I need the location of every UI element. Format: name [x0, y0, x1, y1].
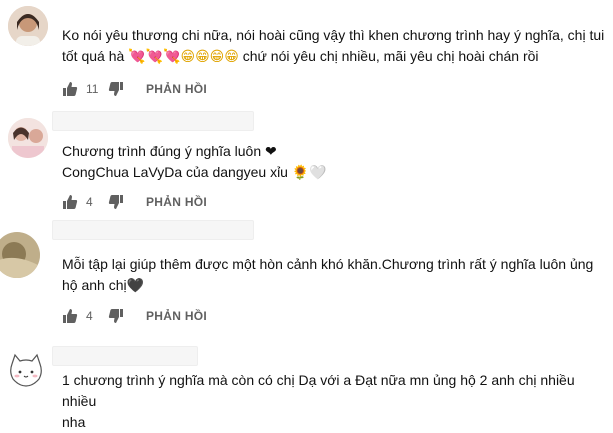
comment-text-line1: Mỗi tập lại giúp thêm được một hòn cảnh … [62, 256, 594, 272]
like-count: 4 [86, 195, 93, 209]
reply-button[interactable]: PHẢN HỒI [146, 309, 207, 323]
like-icon[interactable] [62, 308, 78, 324]
comment-text: Ko nói yêu thương chi nữa, nói hoài cũng… [62, 25, 607, 67]
author-name-hidden [52, 220, 254, 240]
comment-text-line1: 1 chương trình ý nghĩa mà còn có chị Dạ … [62, 372, 579, 409]
hearts-emoji: 💘💘💘 [128, 48, 181, 64]
avatar-photo [0, 232, 40, 278]
comment-text-line1: Ko nói yêu thương chi nữa, nói hoài cũng… [62, 27, 605, 43]
like-count: 11 [86, 82, 99, 96]
comment-text-line2: CongChua LaVyDa của dangyeu xỉu 🌻🤍 [62, 164, 327, 180]
reply-button[interactable]: PHẢN HỒI [146, 195, 207, 209]
comment-text-line2-prefix: tốt quá hà [62, 48, 129, 64]
avatar[interactable] [6, 350, 46, 390]
comment-actions: 4 PHẢN HỒI [62, 305, 207, 327]
cat-avatar-icon [6, 350, 46, 390]
avatar[interactable] [8, 118, 48, 158]
comment-text: 1 chương trình ý nghĩa mà còn có chị Dạ … [62, 370, 607, 433]
dislike-icon[interactable] [108, 308, 124, 324]
author-name-hidden [52, 346, 198, 366]
dislike-icon[interactable] [108, 194, 124, 210]
reply-button[interactable]: PHẢN HỒI [146, 82, 207, 96]
like-icon[interactable] [62, 81, 78, 97]
smile-emoji: 😁😁😁😁 [180, 48, 239, 64]
comment-text-line2-suffix: chứ nói yêu chị nhiều, mãi yêu chị hoài … [238, 48, 539, 64]
avatar-photo [8, 6, 48, 46]
like-icon[interactable] [62, 194, 78, 210]
comment-text-line2: hộ anh chị🖤 [62, 277, 145, 293]
comment-text-line1: Chương trình đúng ý nghĩa luôn ❤ [62, 143, 277, 159]
avatar[interactable] [8, 6, 48, 46]
comment-actions: 11 PHẢN HỒI [62, 78, 207, 100]
avatar[interactable] [0, 232, 40, 278]
avatar-photo [8, 118, 48, 158]
comment-text: Mỗi tập lại giúp thêm được một hòn cảnh … [62, 254, 607, 296]
comment-text: Chương trình đúng ý nghĩa luôn ❤ CongChu… [62, 141, 607, 183]
comment-actions: 4 PHẢN HỒI [62, 191, 207, 213]
like-count: 4 [86, 309, 93, 323]
dislike-icon[interactable] [108, 81, 124, 97]
author-name-hidden [52, 111, 254, 131]
comment-text-line2: nha [62, 414, 86, 430]
